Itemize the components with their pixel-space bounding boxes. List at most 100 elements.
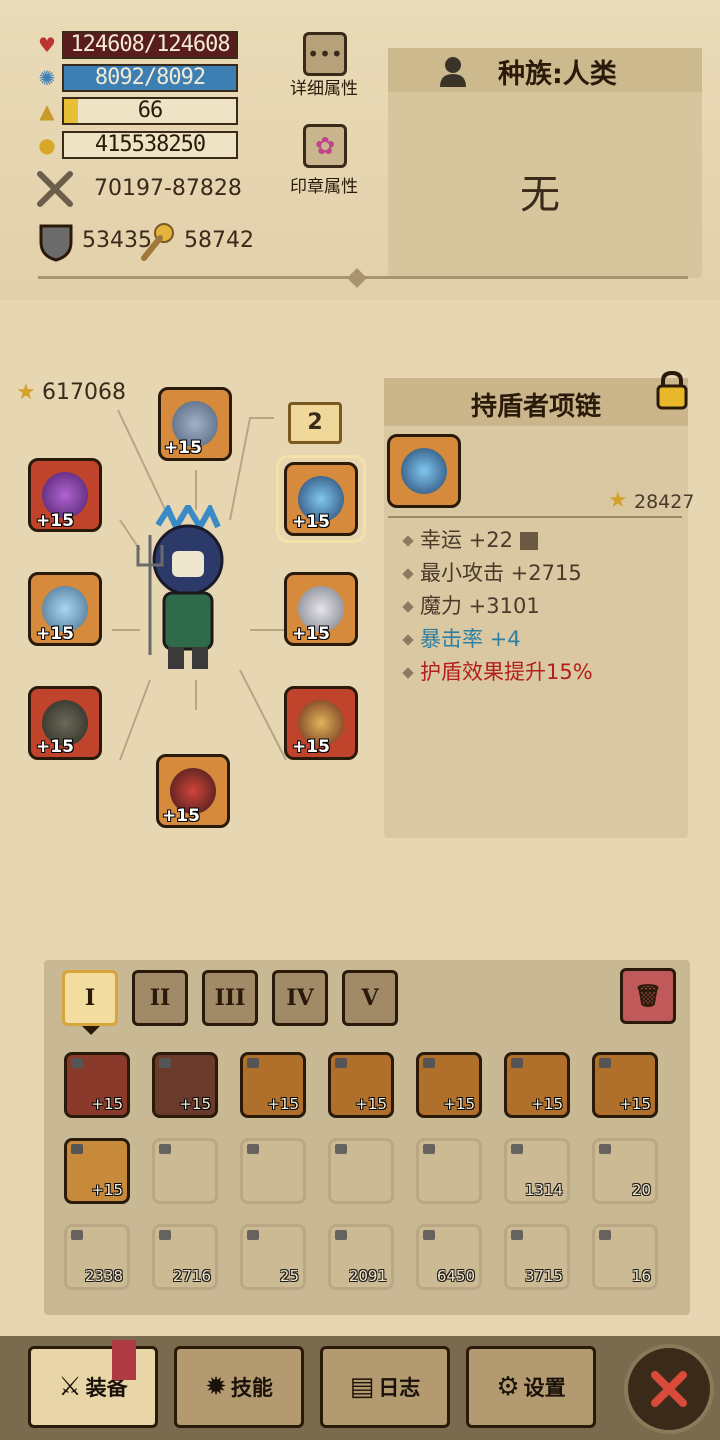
inventory-item[interactable]: 16 — [592, 1224, 658, 1290]
inventory-item[interactable]: +15 — [328, 1052, 394, 1118]
inventory-tab-5[interactable]: V — [342, 970, 398, 1026]
inventory-item[interactable] — [152, 1138, 218, 1204]
book-icon: ▤ — [349, 1372, 375, 1402]
flower-icon: ✿ — [314, 132, 336, 160]
cape-plus: +15 — [292, 624, 330, 644]
axe-icon: ⚔ — [58, 1372, 82, 1402]
item-plus: +15 — [619, 1095, 651, 1113]
inventory-item[interactable]: +15 — [416, 1052, 482, 1118]
inventory-item[interactable]: +15 — [64, 1138, 130, 1204]
lock-mini-icon — [159, 1058, 171, 1068]
inventory-item[interactable]: 6450 — [416, 1224, 482, 1290]
detail-stats-button[interactable]: ••• — [303, 32, 347, 76]
item-attr-shield-bonus: 护盾效果提升15% — [402, 656, 593, 686]
item-count: 1314 — [524, 1181, 563, 1199]
item-plus: +15 — [531, 1095, 563, 1113]
inventory-item[interactable]: 25 — [240, 1224, 306, 1290]
belt-plus: +15 — [292, 737, 330, 757]
lock-mini-icon — [159, 1230, 171, 1240]
lock-mini-icon — [423, 1144, 435, 1154]
item-plus: +15 — [267, 1095, 299, 1113]
level-value: 66 — [137, 98, 163, 123]
bookmark-icon — [112, 1340, 136, 1380]
seal-stats-label: 印章属性 — [290, 177, 358, 197]
nav-skill-label: 技能 — [230, 1376, 273, 1400]
gold-bar: 415538250 — [62, 131, 238, 159]
lock-mini-icon — [247, 1058, 259, 1068]
hp-value: 124608/124608 — [70, 32, 230, 57]
bullet-icon — [402, 568, 414, 580]
seal-stats-button[interactable]: ✿ — [303, 124, 347, 168]
inventory-item[interactable]: 2716 — [152, 1224, 218, 1290]
item-score: 28427 — [634, 491, 695, 513]
item-count: 3715 — [524, 1267, 563, 1285]
race-value: 无 — [520, 172, 560, 218]
lock-mini-icon — [335, 1144, 347, 1154]
dots-icon: ••• — [307, 42, 343, 66]
inventory-item[interactable]: 3715 — [504, 1224, 570, 1290]
trash-button[interactable]: 🗑 — [620, 968, 676, 1024]
wings-plus: +15 — [36, 624, 74, 644]
inventory-item[interactable] — [328, 1138, 394, 1204]
item-plus: +15 — [91, 1181, 123, 1199]
gold-value: 415538250 — [94, 132, 206, 157]
item-score-star-icon: ★ — [608, 488, 628, 513]
inventory-item[interactable]: +15 — [504, 1052, 570, 1118]
inventory-item[interactable]: +15 — [240, 1052, 306, 1118]
lock-mini-icon — [599, 1230, 611, 1240]
necklace-preview-icon — [401, 448, 447, 494]
heart-icon: ♥ — [38, 33, 56, 57]
xp-fill — [64, 99, 78, 123]
lock-mini-icon — [71, 1230, 83, 1240]
item-attr-min-attack: 最小攻击 +2715 — [402, 557, 582, 587]
nav-equip-button[interactable]: ⚔ 装备 — [28, 1346, 158, 1428]
info-icon[interactable] — [519, 532, 538, 550]
nav-settings-button[interactable]: ⚙ 设置 — [466, 1346, 596, 1428]
item-attr-crit: 暴击率 +4 — [402, 623, 521, 653]
item-count: 25 — [279, 1267, 299, 1285]
inventory-item[interactable] — [240, 1138, 306, 1204]
level-icon: ▲ — [39, 99, 55, 123]
attack-value: 70197-87828 — [94, 176, 242, 201]
lock-mini-icon — [511, 1144, 523, 1154]
skill-icon: ✹ — [205, 1372, 227, 1402]
nav-log-button[interactable]: ▤ 日志 — [320, 1346, 450, 1428]
bullet-icon — [402, 535, 414, 547]
inventory-item[interactable] — [416, 1138, 482, 1204]
lock-mini-icon — [335, 1058, 347, 1068]
item-preview-slot — [387, 434, 461, 508]
gold-icon: ● — [38, 133, 56, 157]
boots-plus: +15 — [162, 806, 200, 826]
inventory-item[interactable]: +15 — [152, 1052, 218, 1118]
close-button[interactable] — [624, 1344, 714, 1434]
item-plus: +15 — [179, 1095, 211, 1113]
inventory-tab-2[interactable]: II — [132, 970, 188, 1026]
bullet-icon — [402, 601, 414, 613]
inventory-tab-1[interactable]: I — [62, 970, 118, 1026]
mana-icon: ✺ — [38, 66, 56, 90]
item-name: 持盾者项链 — [470, 392, 601, 422]
hero-character — [128, 501, 246, 675]
inventory-item[interactable]: 2338 — [64, 1224, 130, 1290]
inventory-tab-3[interactable]: III — [202, 970, 258, 1026]
nav-log-label: 日志 — [378, 1376, 421, 1400]
inventory-item[interactable]: 20 — [592, 1138, 658, 1204]
lock-mini-icon — [335, 1230, 347, 1240]
item-attr-luck: 幸运 +22 — [402, 524, 538, 554]
item-count: 2716 — [172, 1267, 211, 1285]
helmet-plus: +15 — [164, 438, 202, 458]
inventory-tab-4[interactable]: IV — [272, 970, 328, 1026]
inventory-item[interactable]: +15 — [592, 1052, 658, 1118]
inventory-item[interactable]: +15 — [64, 1052, 130, 1118]
lock-mini-icon — [159, 1144, 171, 1154]
gloves-plus: +15 — [36, 737, 74, 757]
inventory-item[interactable]: 2091 — [328, 1224, 394, 1290]
lock-mini-icon — [599, 1058, 611, 1068]
lock-icon[interactable] — [654, 370, 690, 410]
item-count: 20 — [631, 1181, 651, 1199]
lock-mini-icon — [511, 1058, 523, 1068]
inventory-item[interactable]: 1314 — [504, 1138, 570, 1204]
equip-page-badge[interactable]: 2 — [288, 402, 342, 444]
nav-skill-button[interactable]: ✹ 技能 — [174, 1346, 304, 1428]
lock-mini-icon — [247, 1144, 259, 1154]
